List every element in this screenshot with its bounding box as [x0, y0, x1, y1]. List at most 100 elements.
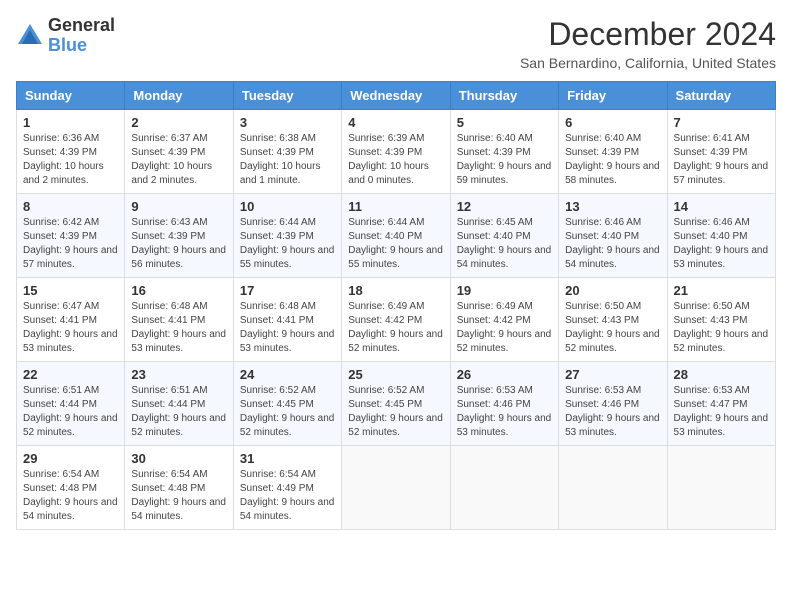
day-header-tuesday: Tuesday	[233, 82, 341, 110]
day-info: Sunrise: 6:45 AMSunset: 4:40 PMDaylight:…	[457, 217, 552, 270]
day-info: Sunrise: 6:50 AMSunset: 4:43 PMDaylight:…	[565, 301, 660, 354]
month-title: December 2024	[520, 16, 776, 53]
header: General Blue December 2024 San Bernardin…	[16, 16, 776, 71]
day-info: Sunrise: 6:54 AMSunset: 4:48 PMDaylight:…	[131, 469, 226, 522]
calendar-cell: 7 Sunrise: 6:41 AMSunset: 4:39 PMDayligh…	[667, 110, 775, 194]
day-number: 10	[240, 199, 335, 214]
day-header-wednesday: Wednesday	[342, 82, 450, 110]
calendar-cell: 16 Sunrise: 6:48 AMSunset: 4:41 PMDaylig…	[125, 278, 233, 362]
calendar-cell: 5 Sunrise: 6:40 AMSunset: 4:39 PMDayligh…	[450, 110, 558, 194]
calendar-cell: 23 Sunrise: 6:51 AMSunset: 4:44 PMDaylig…	[125, 362, 233, 446]
day-info: Sunrise: 6:48 AMSunset: 4:41 PMDaylight:…	[131, 301, 226, 354]
calendar-cell: 14 Sunrise: 6:46 AMSunset: 4:40 PMDaylig…	[667, 194, 775, 278]
day-info: Sunrise: 6:48 AMSunset: 4:41 PMDaylight:…	[240, 301, 335, 354]
calendar-cell: 12 Sunrise: 6:45 AMSunset: 4:40 PMDaylig…	[450, 194, 558, 278]
day-number: 3	[240, 115, 335, 130]
day-info: Sunrise: 6:46 AMSunset: 4:40 PMDaylight:…	[565, 217, 660, 270]
day-info: Sunrise: 6:39 AMSunset: 4:39 PMDaylight:…	[348, 133, 429, 186]
day-info: Sunrise: 6:53 AMSunset: 4:46 PMDaylight:…	[565, 385, 660, 438]
day-info: Sunrise: 6:49 AMSunset: 4:42 PMDaylight:…	[348, 301, 443, 354]
calendar-cell	[667, 446, 775, 530]
calendar-cell: 9 Sunrise: 6:43 AMSunset: 4:39 PMDayligh…	[125, 194, 233, 278]
day-number: 15	[23, 283, 118, 298]
day-number: 23	[131, 367, 226, 382]
day-info: Sunrise: 6:52 AMSunset: 4:45 PMDaylight:…	[348, 385, 443, 438]
calendar-cell: 25 Sunrise: 6:52 AMSunset: 4:45 PMDaylig…	[342, 362, 450, 446]
title-area: December 2024 San Bernardino, California…	[520, 16, 776, 71]
day-info: Sunrise: 6:50 AMSunset: 4:43 PMDaylight:…	[674, 301, 769, 354]
calendar-cell: 27 Sunrise: 6:53 AMSunset: 4:46 PMDaylig…	[559, 362, 667, 446]
day-number: 7	[674, 115, 769, 130]
day-header-thursday: Thursday	[450, 82, 558, 110]
week-row-2: 8 Sunrise: 6:42 AMSunset: 4:39 PMDayligh…	[17, 194, 776, 278]
calendar-cell: 2 Sunrise: 6:37 AMSunset: 4:39 PMDayligh…	[125, 110, 233, 194]
day-header-friday: Friday	[559, 82, 667, 110]
day-number: 25	[348, 367, 443, 382]
calendar-cell	[559, 446, 667, 530]
calendar-cell	[342, 446, 450, 530]
logo: General Blue	[16, 16, 115, 56]
day-number: 4	[348, 115, 443, 130]
calendar-cell: 1 Sunrise: 6:36 AMSunset: 4:39 PMDayligh…	[17, 110, 125, 194]
calendar-cell: 30 Sunrise: 6:54 AMSunset: 4:48 PMDaylig…	[125, 446, 233, 530]
day-number: 31	[240, 451, 335, 466]
logo-general-text: General	[48, 16, 115, 36]
logo-icon	[16, 22, 44, 50]
calendar-cell: 21 Sunrise: 6:50 AMSunset: 4:43 PMDaylig…	[667, 278, 775, 362]
calendar-cell: 19 Sunrise: 6:49 AMSunset: 4:42 PMDaylig…	[450, 278, 558, 362]
day-info: Sunrise: 6:43 AMSunset: 4:39 PMDaylight:…	[131, 217, 226, 270]
day-number: 30	[131, 451, 226, 466]
calendar-cell: 29 Sunrise: 6:54 AMSunset: 4:48 PMDaylig…	[17, 446, 125, 530]
day-info: Sunrise: 6:42 AMSunset: 4:39 PMDaylight:…	[23, 217, 118, 270]
day-number: 12	[457, 199, 552, 214]
day-info: Sunrise: 6:53 AMSunset: 4:47 PMDaylight:…	[674, 385, 769, 438]
day-number: 8	[23, 199, 118, 214]
day-info: Sunrise: 6:44 AMSunset: 4:40 PMDaylight:…	[348, 217, 443, 270]
calendar-cell: 17 Sunrise: 6:48 AMSunset: 4:41 PMDaylig…	[233, 278, 341, 362]
calendar-cell	[450, 446, 558, 530]
calendar-cell: 28 Sunrise: 6:53 AMSunset: 4:47 PMDaylig…	[667, 362, 775, 446]
day-info: Sunrise: 6:38 AMSunset: 4:39 PMDaylight:…	[240, 133, 321, 186]
day-number: 28	[674, 367, 769, 382]
day-number: 13	[565, 199, 660, 214]
day-info: Sunrise: 6:46 AMSunset: 4:40 PMDaylight:…	[674, 217, 769, 270]
day-info: Sunrise: 6:54 AMSunset: 4:49 PMDaylight:…	[240, 469, 335, 522]
day-number: 6	[565, 115, 660, 130]
calendar-header-row: SundayMondayTuesdayWednesdayThursdayFrid…	[17, 82, 776, 110]
calendar-cell: 10 Sunrise: 6:44 AMSunset: 4:39 PMDaylig…	[233, 194, 341, 278]
calendar-cell: 15 Sunrise: 6:47 AMSunset: 4:41 PMDaylig…	[17, 278, 125, 362]
day-info: Sunrise: 6:52 AMSunset: 4:45 PMDaylight:…	[240, 385, 335, 438]
day-number: 24	[240, 367, 335, 382]
day-number: 14	[674, 199, 769, 214]
week-row-3: 15 Sunrise: 6:47 AMSunset: 4:41 PMDaylig…	[17, 278, 776, 362]
day-info: Sunrise: 6:53 AMSunset: 4:46 PMDaylight:…	[457, 385, 552, 438]
day-number: 9	[131, 199, 226, 214]
calendar-cell: 11 Sunrise: 6:44 AMSunset: 4:40 PMDaylig…	[342, 194, 450, 278]
day-number: 2	[131, 115, 226, 130]
logo-blue-text: Blue	[48, 36, 115, 56]
day-number: 11	[348, 199, 443, 214]
calendar-cell: 24 Sunrise: 6:52 AMSunset: 4:45 PMDaylig…	[233, 362, 341, 446]
day-number: 18	[348, 283, 443, 298]
calendar-cell: 4 Sunrise: 6:39 AMSunset: 4:39 PMDayligh…	[342, 110, 450, 194]
day-info: Sunrise: 6:49 AMSunset: 4:42 PMDaylight:…	[457, 301, 552, 354]
calendar-cell: 13 Sunrise: 6:46 AMSunset: 4:40 PMDaylig…	[559, 194, 667, 278]
calendar-body: 1 Sunrise: 6:36 AMSunset: 4:39 PMDayligh…	[17, 110, 776, 530]
calendar-cell: 22 Sunrise: 6:51 AMSunset: 4:44 PMDaylig…	[17, 362, 125, 446]
calendar-cell: 20 Sunrise: 6:50 AMSunset: 4:43 PMDaylig…	[559, 278, 667, 362]
day-number: 19	[457, 283, 552, 298]
day-info: Sunrise: 6:41 AMSunset: 4:39 PMDaylight:…	[674, 133, 769, 186]
day-number: 17	[240, 283, 335, 298]
calendar-cell: 8 Sunrise: 6:42 AMSunset: 4:39 PMDayligh…	[17, 194, 125, 278]
day-number: 21	[674, 283, 769, 298]
calendar-cell: 18 Sunrise: 6:49 AMSunset: 4:42 PMDaylig…	[342, 278, 450, 362]
calendar-cell: 6 Sunrise: 6:40 AMSunset: 4:39 PMDayligh…	[559, 110, 667, 194]
day-info: Sunrise: 6:37 AMSunset: 4:39 PMDaylight:…	[131, 133, 212, 186]
day-number: 27	[565, 367, 660, 382]
day-info: Sunrise: 6:40 AMSunset: 4:39 PMDaylight:…	[565, 133, 660, 186]
day-number: 22	[23, 367, 118, 382]
day-info: Sunrise: 6:47 AMSunset: 4:41 PMDaylight:…	[23, 301, 118, 354]
day-info: Sunrise: 6:44 AMSunset: 4:39 PMDaylight:…	[240, 217, 335, 270]
day-header-saturday: Saturday	[667, 82, 775, 110]
day-header-sunday: Sunday	[17, 82, 125, 110]
